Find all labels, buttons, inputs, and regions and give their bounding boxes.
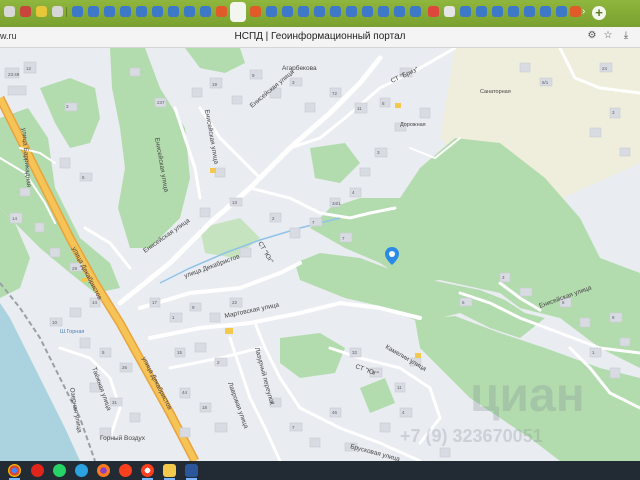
tab-favicon-31[interactable] (492, 6, 503, 17)
tab-favicon-27[interactable] (428, 6, 439, 17)
svg-text:15: 15 (177, 350, 183, 355)
svg-text:19: 19 (212, 82, 218, 87)
opera-icon[interactable] (31, 464, 44, 477)
svg-text:72: 72 (332, 91, 338, 96)
os-taskbar (0, 461, 640, 480)
svg-text:12: 12 (26, 66, 32, 71)
tab-favicon-17[interactable] (266, 6, 277, 17)
tab-favicon-30[interactable] (476, 6, 487, 17)
bookmark-icon[interactable]: ☆ (602, 30, 614, 42)
extensions-icon[interactable]: ⚙ (586, 30, 598, 42)
svg-text:29: 29 (72, 266, 78, 271)
tab-favicon-26[interactable] (410, 6, 421, 17)
svg-text:24: 24 (602, 66, 608, 71)
street-label-agarbekova: Агарбекова (282, 64, 317, 72)
word-icon[interactable] (185, 464, 198, 480)
tab-favicon-5[interactable] (72, 6, 83, 17)
tab-favicon-29[interactable] (460, 6, 471, 17)
tab-favicon-33[interactable] (524, 6, 535, 17)
download-icon[interactable]: ⤓ (620, 30, 632, 42)
tab-favicon-35[interactable] (556, 6, 567, 17)
tab-favicon-36[interactable] (570, 6, 581, 17)
svg-text:237: 237 (157, 100, 165, 105)
svg-text:22: 22 (232, 300, 238, 305)
tab-favicon-12[interactable] (184, 6, 195, 17)
svg-text:6/1: 6/1 (542, 80, 549, 85)
explorer-icon[interactable] (163, 464, 176, 480)
tab-favicon-8[interactable] (120, 6, 131, 17)
tab-favicon-24[interactable] (378, 6, 389, 17)
watermark-phone: +7 (9) 323670051 (400, 426, 543, 446)
tab-favicon-6[interactable] (88, 6, 99, 17)
tab-favicon-13[interactable] (200, 6, 211, 17)
svg-text:34/1: 34/1 (332, 201, 341, 206)
map-canvas[interactable]: Енисейская улица Енисейская улица Енисей… (0, 48, 640, 461)
svg-text:23:49: 23:49 (8, 72, 20, 77)
tab-favicon-22[interactable] (346, 6, 357, 17)
tab-favicon-19[interactable] (298, 6, 309, 17)
tab-favicon-11[interactable] (168, 6, 179, 17)
tab-favicon-20[interactable] (314, 6, 325, 17)
watermark-brand: циан (470, 369, 585, 422)
whatsapp-icon[interactable] (53, 464, 66, 477)
svg-text:44: 44 (182, 390, 188, 395)
tab-favicon-7[interactable] (104, 6, 115, 17)
tab-favicon-3[interactable] (36, 6, 47, 17)
svg-text:10: 10 (52, 320, 58, 325)
browser-tab-bar: › + (0, 0, 640, 28)
tab-favicon-18[interactable] (282, 6, 293, 17)
chrome-icon[interactable] (8, 464, 21, 480)
svg-text:13: 13 (232, 200, 238, 205)
tab-favicon-2[interactable] (20, 6, 31, 17)
svg-text:31: 31 (112, 400, 118, 405)
tab-favicon-28[interactable] (444, 6, 455, 17)
svg-text:17: 17 (152, 300, 158, 305)
place-label-sanatornaya: Санаторная (480, 89, 511, 95)
tab-favicon-14[interactable] (216, 6, 227, 17)
page-title: НСПД | Геоинформационный портал (234, 31, 406, 42)
svg-text:11: 11 (397, 385, 402, 390)
tab-active-nspd[interactable] (230, 2, 246, 22)
tab-favicon-23[interactable] (362, 6, 373, 17)
svg-text:18: 18 (202, 405, 208, 410)
yandex-icon[interactable] (119, 464, 132, 477)
tab-favicon-25[interactable] (394, 6, 405, 17)
firefox-icon[interactable] (97, 464, 110, 477)
tab-favicon-32[interactable] (508, 6, 519, 17)
svg-text:14: 14 (92, 300, 98, 305)
tab-favicon-10[interactable] (152, 6, 163, 17)
place-label-gornyi-vozdukh: Горный Воздух (100, 434, 146, 442)
new-tab-button[interactable]: + (592, 6, 606, 20)
tab-favicon-34[interactable] (540, 6, 551, 17)
svg-text:26: 26 (122, 365, 128, 370)
svg-text:11: 11 (357, 106, 362, 111)
telegram-icon[interactable] (75, 464, 88, 477)
tab-favicon-9[interactable] (136, 6, 147, 17)
tab-favicon-4[interactable] (52, 6, 63, 17)
svg-text:32: 32 (352, 350, 358, 355)
tab-favicon-16[interactable] (250, 6, 261, 17)
tab-favicon-1[interactable] (4, 6, 15, 17)
place-label-dorozhnaya: Дорожная (400, 122, 426, 128)
svg-text:14: 14 (12, 216, 18, 221)
place-label-shakhe: Ш.Горная (60, 329, 84, 335)
tab-favicon-21[interactable] (330, 6, 341, 17)
address-bar: w.ru НСПД | Геоинформационный портал ⚙ ☆… (0, 27, 640, 48)
yandex-browser-icon[interactable] (141, 464, 154, 480)
svg-text:46: 46 (332, 410, 338, 415)
location-pin-icon[interactable] (385, 247, 399, 265)
